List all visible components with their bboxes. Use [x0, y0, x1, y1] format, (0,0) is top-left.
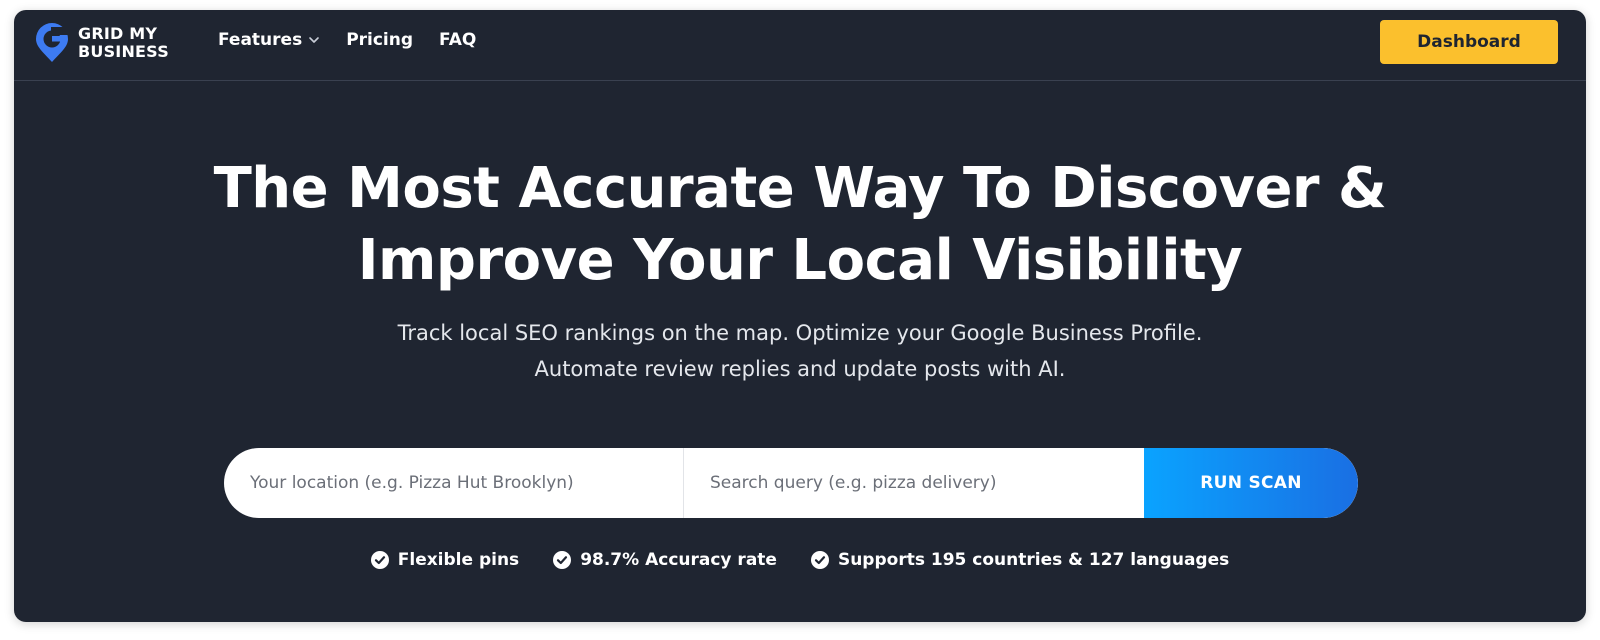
feature-label: Supports 195 countries & 127 languages	[837, 550, 1230, 570]
feature-label: 98.7% Accuracy rate	[580, 550, 777, 570]
feature-item: Supports 195 countries & 127 languages	[810, 550, 1230, 570]
feature-item: Flexible pins	[370, 550, 520, 570]
page-frame: GRID MY BUSINESS Features Pricing FAQ Da…	[14, 10, 1586, 622]
top-navbar: GRID MY BUSINESS Features Pricing FAQ Da…	[14, 10, 1586, 81]
hero-title-line-1: The Most Accurate Way To Discover &	[213, 156, 1387, 221]
brand-logo[interactable]: GRID MY BUSINESS	[34, 23, 169, 63]
nav-item-features-label: Features	[218, 30, 303, 50]
nav-item-faq[interactable]: FAQ	[439, 30, 476, 50]
feature-item: 98.7% Accuracy rate	[553, 550, 777, 570]
nav-item-features[interactable]: Features	[218, 30, 320, 50]
scan-search-bar: RUN SCAN	[224, 448, 1358, 518]
feature-list: Flexible pins 98.7% Accuracy rate Suppor…	[14, 550, 1586, 570]
hero-title: The Most Accurate Way To Discover & Impr…	[14, 153, 1586, 297]
hero-subtitle-line-1: Track local SEO rankings on the map. Opt…	[397, 321, 1203, 345]
google-g-pin-icon	[36, 23, 69, 62]
hero-subtitle: Track local SEO rankings on the map. Opt…	[14, 315, 1586, 387]
check-circle-icon	[810, 551, 829, 569]
location-input[interactable]	[224, 448, 684, 518]
brand-line-2: BUSINESS	[78, 42, 169, 61]
run-scan-button[interactable]: RUN SCAN	[1144, 448, 1358, 518]
hero-title-line-2: Improve Your Local Visibility	[357, 228, 1243, 293]
brand-name: GRID MY BUSINESS	[78, 25, 169, 61]
check-circle-icon	[370, 551, 389, 569]
search-query-input[interactable]	[684, 448, 1144, 518]
feature-label: Flexible pins	[397, 550, 520, 570]
check-circle-icon	[553, 551, 572, 569]
hero-subtitle-line-2: Automate review replies and update posts…	[534, 357, 1066, 381]
dashboard-button[interactable]: Dashboard	[1380, 20, 1558, 64]
brand-line-1: GRID MY	[78, 24, 158, 43]
chevron-down-icon	[309, 37, 319, 43]
nav-links: Features Pricing FAQ	[218, 30, 502, 50]
nav-item-pricing[interactable]: Pricing	[346, 30, 413, 50]
